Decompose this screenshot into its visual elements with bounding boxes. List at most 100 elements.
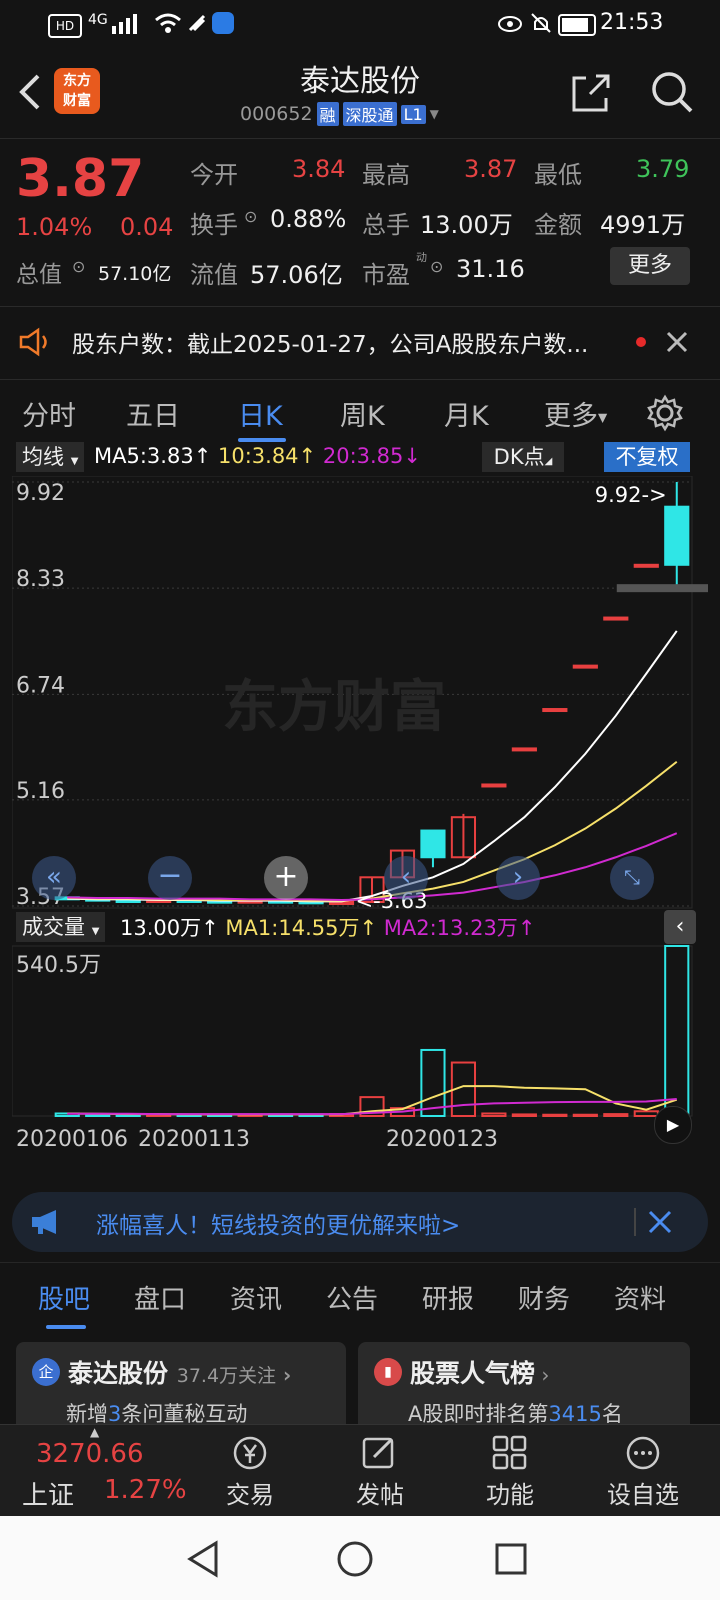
chevron-down-icon[interactable]: ▼ xyxy=(430,107,439,121)
tab-financials[interactable]: 财务 xyxy=(518,1279,570,1316)
caret-down-icon: ▼ xyxy=(598,410,608,425)
up-arrow-icon: ↑ xyxy=(201,916,219,940)
fullscreen-button[interactable]: ⤡ xyxy=(610,856,654,900)
tab-five-day[interactable]: 五日 xyxy=(126,394,180,433)
float-label: 流值 xyxy=(190,261,238,289)
kline-chart-area: 均线 ▼ MA5:3.83↑ 10:3.84↑ 20:3.85↓ DK点◢ 不复… xyxy=(12,442,708,1176)
tab-more[interactable]: 更多▼ xyxy=(544,394,607,433)
eye-icon xyxy=(498,16,522,32)
info-cards: 企 泰达股份 37.4万关注 › 新增3条问董秘互动 ▮ 股票人气榜 › A股即… xyxy=(0,1334,720,1432)
ma5-value: MA5:3.83 xyxy=(94,444,194,468)
caret-down-icon: ▼ xyxy=(91,926,100,937)
tab-guba[interactable]: 股吧 xyxy=(38,1279,90,1316)
bottom-toolbar: ▲ 3270.66 上证 1.27% 交易 发帖 功能 设自选 xyxy=(0,1424,720,1517)
pan-left-button[interactable]: ‹ xyxy=(384,856,428,900)
badge-rong: 融 xyxy=(316,102,339,126)
card-sub-text: A股即时排名第 xyxy=(408,1402,549,1426)
popularity-card[interactable]: ▮ 股票人气榜 › A股即时排名第3415名 xyxy=(358,1342,690,1432)
period-tabs: 分时 五日 日K 周K 月K 更多▼ xyxy=(0,380,720,446)
stock-name: 泰达股份 xyxy=(300,64,420,99)
play-next-button[interactable]: ▶ xyxy=(654,1106,692,1144)
hd-icon: HD xyxy=(48,14,82,38)
adjust-mode-button[interactable]: 不复权 xyxy=(604,442,690,472)
volume-indicator-select[interactable]: 成交量 ▼ xyxy=(16,912,106,942)
post-button[interactable]: 发帖 xyxy=(340,1425,420,1517)
tab-news[interactable]: 资讯 xyxy=(230,1279,282,1316)
promo-banner[interactable]: 涨幅喜人！短线投资的更优解来啦> xyxy=(12,1192,708,1252)
price-marker-bar xyxy=(616,584,708,593)
mcap-value: 57.10亿 xyxy=(98,263,172,285)
ranking-icon: ▮ xyxy=(374,1358,402,1386)
candle-body xyxy=(542,708,568,713)
functions-button[interactable]: 功能 xyxy=(470,1425,550,1517)
nav-recents-icon[interactable] xyxy=(494,1542,528,1576)
volume-bar xyxy=(420,1048,446,1118)
tab-pankou[interactable]: 盘口 xyxy=(134,1279,186,1316)
float-value: 57.06亿 xyxy=(250,261,343,289)
card-follow-count: 37.4万关注 xyxy=(176,1365,277,1387)
trade-label: 交易 xyxy=(226,1481,274,1509)
status-bar: HD 4G 21:53 xyxy=(0,0,720,48)
edit-icon xyxy=(362,1437,394,1469)
ma10-value: 10:3.84 xyxy=(217,444,299,468)
tab-weekly-k[interactable]: 周K xyxy=(340,394,385,433)
guba-card[interactable]: 企 泰达股份 37.4万关注 › 新增3条问董秘互动 xyxy=(16,1342,346,1432)
add-watchlist-button[interactable]: 设自选 xyxy=(598,1425,688,1517)
up-arrow-icon: ↑ xyxy=(298,444,317,468)
signal-icon xyxy=(112,14,137,34)
y-axis-label: 8.33 xyxy=(16,567,65,592)
index-ticker[interactable]: ▲ 3270.66 上证 1.27% xyxy=(0,1425,190,1517)
tab-intraday[interactable]: 分时 xyxy=(22,394,76,433)
app-notification-icon xyxy=(212,12,234,34)
tab-announcements[interactable]: 公告 xyxy=(326,1279,378,1316)
pan-right-button[interactable]: › xyxy=(496,856,540,900)
nav-home-icon[interactable] xyxy=(336,1540,374,1578)
nav-back-icon[interactable] xyxy=(186,1540,220,1578)
zoom-in-button[interactable]: + xyxy=(264,856,308,900)
volume-bar xyxy=(572,1113,598,1117)
network-icon: 4G xyxy=(88,12,108,28)
news-bar[interactable]: 股东户数：截止2025-01-27，公司A股股东户数... xyxy=(0,306,720,380)
tab-daily-k[interactable]: 日K xyxy=(238,394,283,433)
change-percent: 1.04% xyxy=(16,213,93,241)
trade-button[interactable]: 交易 xyxy=(210,1425,290,1517)
tab-research[interactable]: 研报 xyxy=(422,1279,474,1316)
info-icon[interactable]: ⊙ xyxy=(72,257,85,276)
info-icon[interactable]: ⊙ xyxy=(430,257,443,276)
volume-legend: 13.00万↑ MA1:14.55万↑ MA2:13.23万↑ xyxy=(120,912,535,942)
collapse-panel-button[interactable]: ‹ xyxy=(664,910,696,944)
tab-profile[interactable]: 资料 xyxy=(614,1279,666,1316)
tab-monthly-k[interactable]: 月K xyxy=(444,394,489,433)
more-dots-icon xyxy=(626,1436,660,1470)
search-icon[interactable] xyxy=(650,70,694,114)
vol_ma1-line xyxy=(67,1085,678,1116)
candle-body xyxy=(664,505,690,566)
max-price-label: 9.92-> xyxy=(595,483,667,507)
close-icon[interactable] xyxy=(666,331,688,353)
watchlist-label: 设自选 xyxy=(607,1481,679,1509)
last-price: 3.87 xyxy=(16,149,145,209)
guba-card-title: 泰达股份 37.4万关注 › xyxy=(68,1354,291,1390)
settings-gear-icon[interactable] xyxy=(646,394,684,432)
apps-grid-icon xyxy=(492,1435,527,1470)
divider xyxy=(634,1208,636,1236)
volume-bar xyxy=(511,1113,537,1117)
close-icon[interactable] xyxy=(648,1210,672,1234)
card-stock-name: 泰达股份 xyxy=(68,1359,169,1388)
zoom-out-button[interactable]: − xyxy=(148,856,192,900)
more-button[interactable]: 更多 xyxy=(610,247,690,285)
mute-icon xyxy=(531,13,551,33)
card-sub-text: 名 xyxy=(601,1402,623,1426)
ma-select[interactable]: 均线 ▼ xyxy=(16,442,85,472)
info-icon[interactable]: ⊙ xyxy=(244,207,257,226)
candle-body xyxy=(420,829,446,859)
stock-header: 东方 财富 泰达股份 000652 融 深股通 L1 ▼ xyxy=(0,48,720,138)
share-icon[interactable] xyxy=(570,72,612,114)
index-percent: 1.27% xyxy=(104,1475,187,1505)
candle-body xyxy=(481,783,507,788)
rewind-button[interactable]: « xyxy=(32,856,76,900)
dk-point-button[interactable]: DK点◢ xyxy=(482,442,564,472)
index-value: 3270.66 xyxy=(36,1439,144,1469)
quote-panel: 3.87 1.04% 0.04 总值 ⊙ 57.10亿 今开 3.84 最高 3… xyxy=(0,138,720,307)
caret-up-icon: ▲ xyxy=(90,1425,100,1439)
